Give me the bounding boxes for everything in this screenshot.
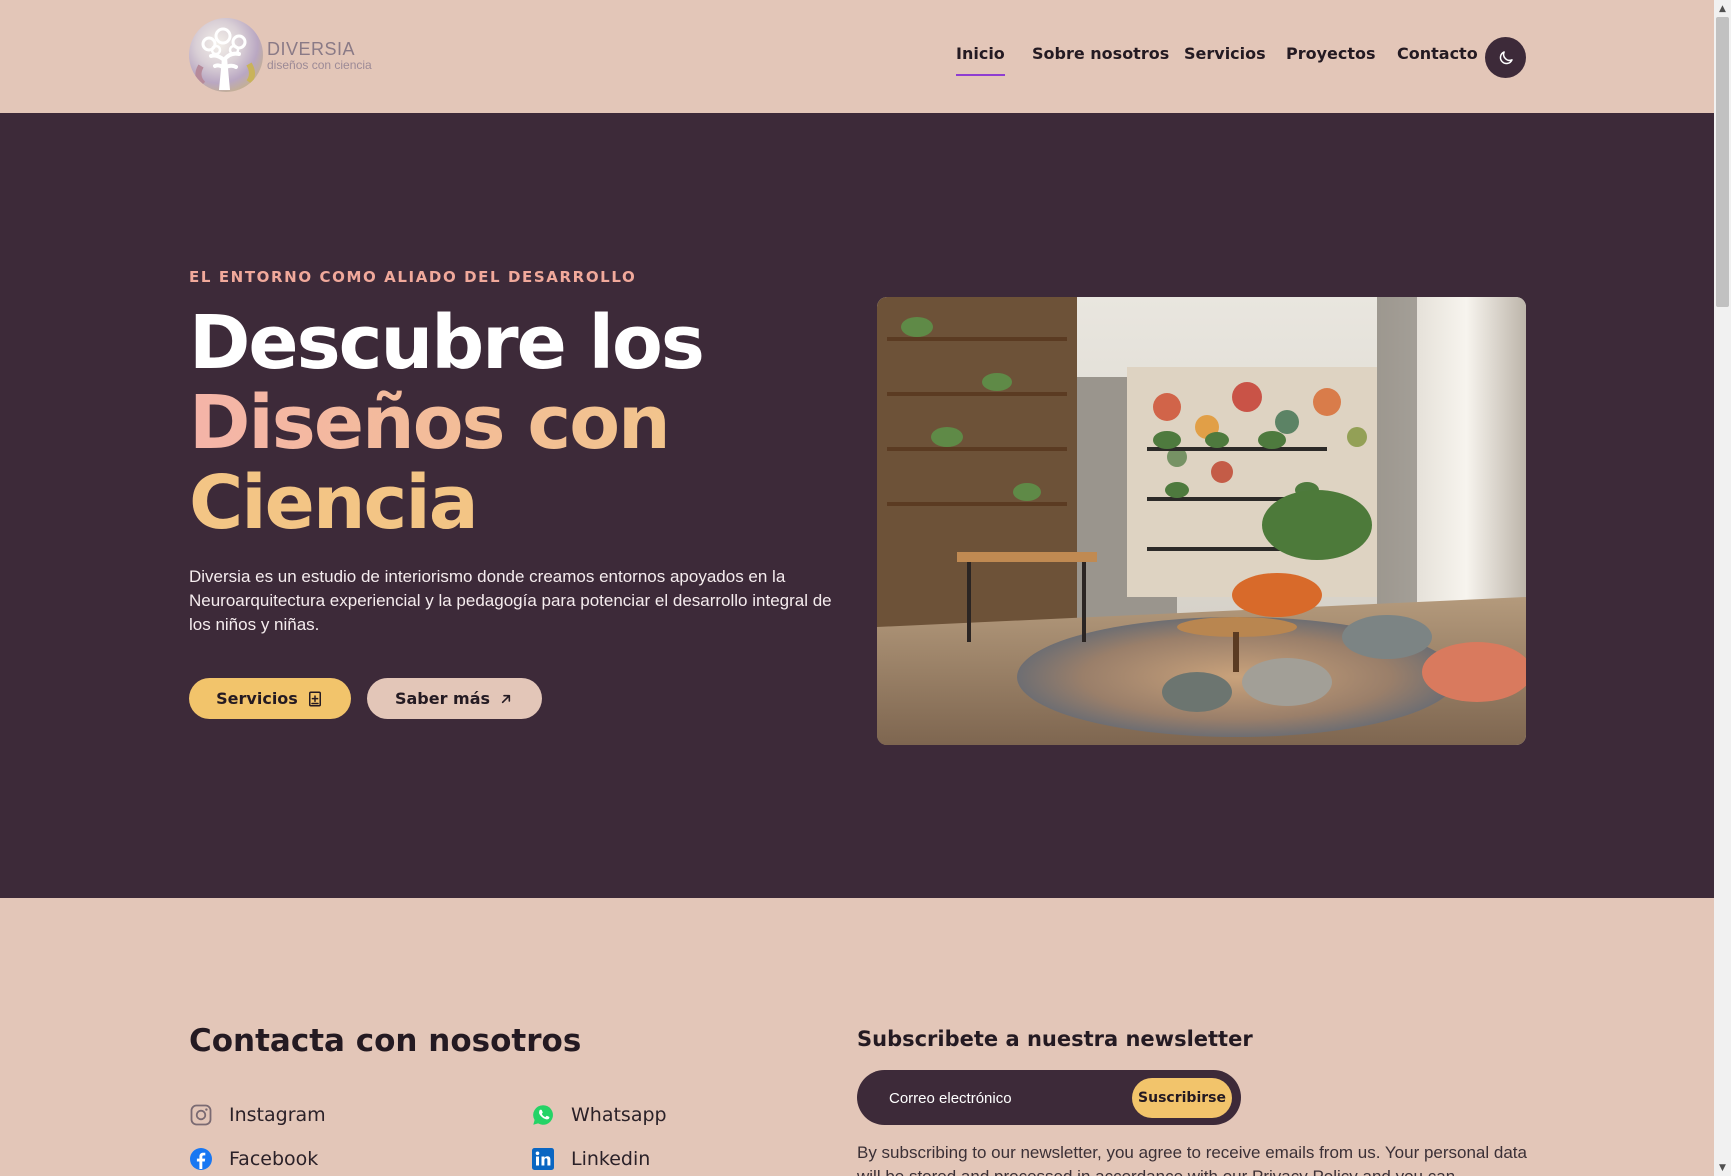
- nav-inicio[interactable]: Inicio: [956, 44, 1005, 76]
- subscribe-button[interactable]: Suscribirse: [1132, 1078, 1232, 1118]
- hero-description: Diversia es un estudio de interiorismo d…: [189, 567, 832, 634]
- arrow-up-right-icon: [501, 694, 511, 703]
- services-button-label: Servicios: [216, 689, 298, 708]
- learn-more-button[interactable]: Saber más: [367, 678, 542, 719]
- scroll-up-arrow-icon[interactable]: ▲: [1714, 0, 1731, 17]
- newsletter-email-input[interactable]: [889, 1086, 1109, 1110]
- nav-proyectos[interactable]: Proyectos: [1286, 44, 1376, 63]
- hero-title-line1: Descubre los: [189, 300, 705, 386]
- scroll-down-arrow-icon[interactable]: ▼: [1714, 1159, 1731, 1176]
- moon-icon: [1499, 50, 1513, 64]
- newsletter-legal-text: By subscribing to our newsletter, you ag…: [857, 1143, 1527, 1176]
- newsletter-title: Subscribete a nuestra newsletter: [857, 1027, 1253, 1051]
- social-facebook-label: Facebook: [229, 1148, 319, 1170]
- hero-title-line2: Diseños con: [189, 383, 703, 463]
- social-whatsapp-link[interactable]: Whatsapp: [531, 1103, 667, 1127]
- main-nav: Inicio Sobre nosotros Servicios Proyecto…: [0, 44, 1714, 76]
- social-instagram-link[interactable]: Instagram: [189, 1103, 326, 1127]
- services-button[interactable]: Servicios: [189, 678, 351, 719]
- newsletter-form: Suscribirse: [857, 1070, 1241, 1125]
- social-facebook-link[interactable]: Facebook: [189, 1147, 318, 1171]
- hero-title: Descubre los Diseños con Ciencia: [189, 300, 705, 546]
- whatsapp-icon: [533, 1105, 553, 1125]
- instagram-icon: [190, 1104, 212, 1126]
- site-header: DIVERSIA diseños con ciencia Inicio Sobr…: [0, 0, 1714, 113]
- nav-contacto[interactable]: Contacto: [1397, 44, 1478, 63]
- learn-more-button-label: Saber más: [394, 689, 491, 708]
- scrollbar-thumb[interactable]: [1716, 17, 1729, 307]
- social-linkedin-link[interactable]: Linkedin: [531, 1147, 650, 1171]
- contact-title: Contacta con nosotros: [189, 1023, 582, 1059]
- page-scrollbar[interactable]: ▲ ▼: [1714, 0, 1731, 1176]
- hero-section: EL ENTORNO COMO ALIADO DEL DESARROLLO De…: [0, 113, 1714, 898]
- theme-toggle-button[interactable]: [1485, 37, 1526, 78]
- linkedin-icon: [532, 1148, 554, 1170]
- nav-servicios[interactable]: Servicios: [1184, 44, 1266, 63]
- hero-title-line3: Ciencia: [189, 460, 479, 546]
- hero-interior-image: [877, 297, 1526, 745]
- social-whatsapp-label: Whatsapp: [571, 1104, 667, 1126]
- add-box-icon: [308, 691, 321, 706]
- social-linkedin-label: Linkedin: [571, 1148, 651, 1170]
- hero-eyebrow: EL ENTORNO COMO ALIADO DEL DESARROLLO: [189, 268, 637, 286]
- facebook-icon: [190, 1148, 212, 1170]
- nav-sobre-nosotros[interactable]: Sobre nosotros: [1032, 44, 1169, 63]
- social-instagram-label: Instagram: [229, 1104, 326, 1126]
